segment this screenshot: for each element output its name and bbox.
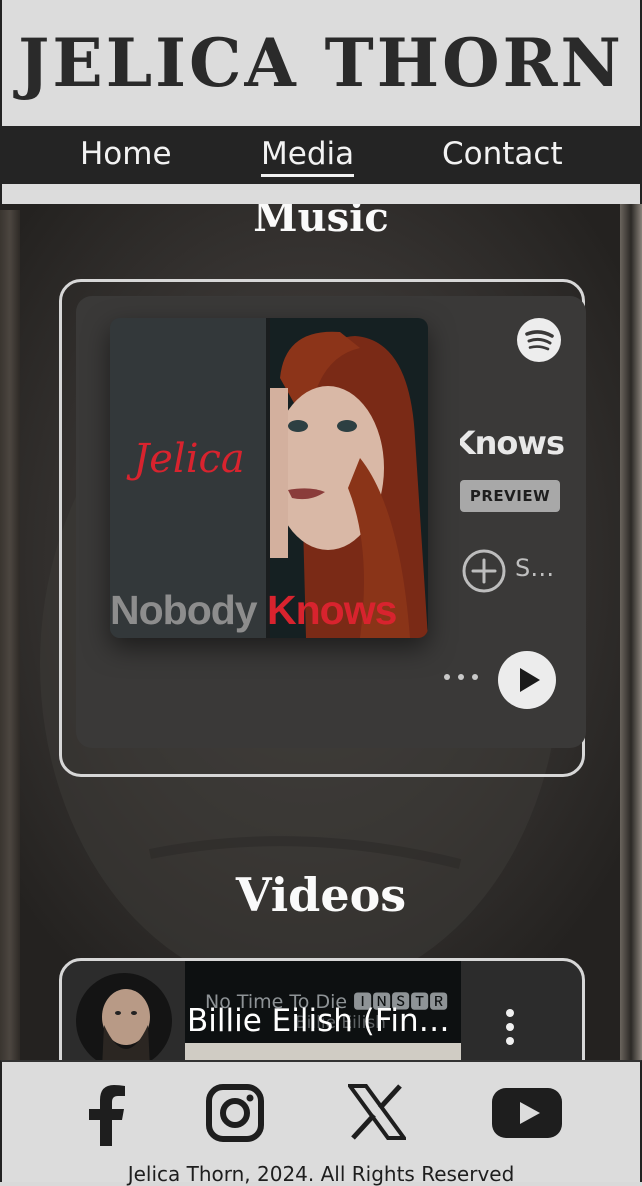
cover-title: Nobody Knows: [110, 587, 428, 634]
left-photo-strip: [0, 210, 20, 1060]
copyright-text: Jelica Thorn, 2024. All Rights Reserved: [127, 1162, 515, 1186]
spotify-embed: Jelica Nobody Knows Nobody Knows PREVIEW…: [76, 296, 586, 748]
media-content: Music Jelica Nobody Knows Knows PREVIEW …: [0, 204, 642, 1060]
more-vert-icon[interactable]: [500, 1007, 520, 1047]
youtube-icon[interactable]: [492, 1088, 562, 1138]
facebook-icon[interactable]: [84, 1084, 128, 1146]
nav-divider-band: [0, 184, 642, 204]
cover-script-text: Jelica: [133, 436, 245, 482]
nav-home-link[interactable]: Home: [80, 136, 172, 172]
cover-word-1: Nobody: [110, 587, 258, 633]
site-header: JELICA THORN: [0, 0, 642, 126]
x-icon[interactable]: [348, 1084, 406, 1140]
instagram-icon[interactable]: [206, 1084, 264, 1142]
spotify-icon[interactable]: [517, 318, 561, 362]
site-footer: Jelica Thorn, 2024. All Rights Reserved: [0, 1060, 642, 1186]
nav-contact-link[interactable]: Contact: [442, 136, 563, 172]
cover-word-2: Knows: [267, 587, 397, 633]
track-name[interactable]: Nobody Knows: [460, 424, 564, 462]
play-button[interactable]: [498, 651, 556, 709]
save-on-spotify-label[interactable]: Save on Spotify: [515, 554, 563, 582]
youtube-embed-card: No Time To Die 🅸🅽🆂🆃🆁 Billie Eilish Billi…: [59, 958, 585, 1060]
video-thumbnail-band: [185, 1043, 461, 1060]
nav-media-link[interactable]: Media: [261, 136, 355, 177]
videos-heading: Videos: [235, 868, 407, 922]
avatar-photo: [76, 973, 172, 1060]
site-title: JELICA THORN: [18, 24, 624, 102]
album-cover[interactable]: Jelica Nobody Knows: [110, 318, 428, 638]
music-card: Jelica Nobody Knows Nobody Knows PREVIEW…: [59, 279, 586, 777]
channel-avatar[interactable]: [76, 973, 172, 1060]
play-icon: [520, 668, 540, 692]
music-heading: Music: [253, 204, 389, 241]
video-title[interactable]: Billie Eilish (Final Version): [187, 1003, 457, 1039]
preview-badge: PREVIEW: [460, 480, 560, 512]
more-options-icon[interactable]: [443, 670, 479, 684]
add-circle-icon[interactable]: [461, 548, 507, 594]
main-nav: Home Media Contact: [0, 126, 642, 184]
